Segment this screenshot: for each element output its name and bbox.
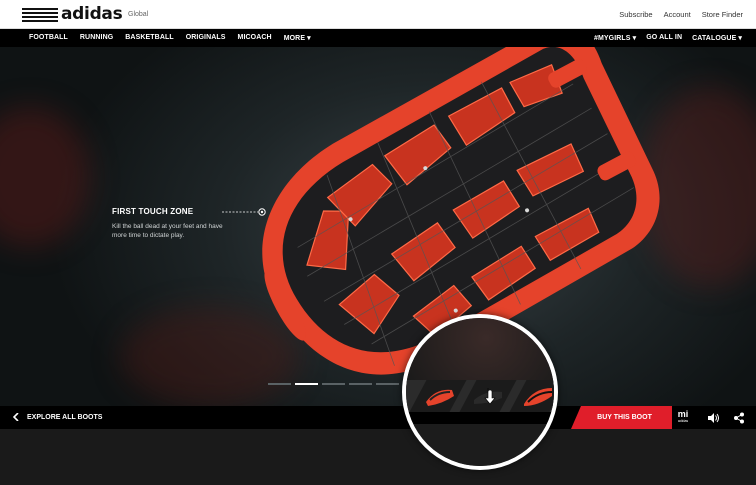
top-header: adidas Global Subscribe Account Store Fi… (0, 0, 756, 29)
nav-item-football[interactable]: FOOTBALL (29, 34, 68, 42)
nav-item-running[interactable]: RUNNING (80, 34, 113, 42)
nav-item-go-all-in[interactable]: GO ALL IN (646, 34, 682, 42)
adidas-logo[interactable]: adidas (22, 4, 123, 24)
nav-item-mygirls[interactable]: #MYGIRLS ▾ (594, 34, 636, 42)
boot-thumbnail[interactable] (509, 380, 554, 412)
nav-item-originals[interactable]: ORIGINALS (186, 34, 226, 42)
chevron-left-icon (13, 413, 19, 421)
buy-label: BUY THIS BOOT (597, 414, 652, 421)
utility-links: Subscribe Account Store Finder (619, 10, 743, 19)
nav-item-basketball[interactable]: BASKETBALL (125, 34, 173, 42)
boot-thumb-icon (474, 388, 502, 405)
boot-thumb-icon (524, 388, 553, 406)
pager-dot[interactable] (376, 383, 399, 385)
pager-dot-active[interactable] (295, 383, 318, 385)
region-label[interactable]: Global (128, 11, 148, 18)
boot-thumbnail[interactable] (409, 380, 467, 412)
boot-thumbnail-strip (406, 380, 554, 412)
mi-logo-subtext: adidas (677, 419, 689, 423)
micoach-logo[interactable]: mi adidas (676, 409, 690, 424)
main-nav: FOOTBALL RUNNING BASKETBALL ORIGINALS MI… (0, 29, 756, 47)
boot-thumb-icon (426, 389, 454, 406)
share-icon[interactable] (733, 412, 745, 424)
store-finder-link[interactable]: Store Finder (702, 10, 743, 19)
three-stripes-icon (22, 7, 58, 22)
nav-item-micoach[interactable]: MICOACH (238, 34, 272, 42)
thumbnail-magnifier (402, 314, 558, 470)
pager-dot[interactable] (268, 383, 291, 385)
brand-name: adidas (61, 4, 123, 24)
hero-stage: FIRST TOUCH ZONE Kill the ball dead at y… (0, 47, 756, 406)
boot-thumbnail-active[interactable] (459, 380, 517, 412)
page-footer-area (0, 429, 756, 485)
nav-item-catalogue[interactable]: CATALOGUE ▾ (692, 34, 742, 42)
magnified-footer (406, 424, 554, 466)
explore-all-boots-button[interactable]: EXPLORE ALL BOOTS (13, 413, 102, 421)
pager-dot[interactable] (349, 383, 372, 385)
slide-pager (268, 383, 399, 385)
callout-title: FIRST TOUCH ZONE (112, 207, 194, 216)
callout-description: Kill the ball dead at your feet and have… (112, 223, 223, 239)
pager-dot[interactable] (322, 383, 345, 385)
explore-label: EXPLORE ALL BOOTS (27, 413, 103, 421)
subscribe-link[interactable]: Subscribe (619, 10, 652, 19)
mi-logo-text: mi (677, 409, 689, 419)
account-link[interactable]: Account (664, 10, 691, 19)
feature-callout: FIRST TOUCH ZONE Kill the ball dead at y… (112, 207, 262, 240)
bottom-bar: EXPLORE ALL BOOTS BUY THIS BOOT mi adida… (0, 406, 756, 429)
magnified-bottom-bar (406, 412, 554, 424)
magnified-hero (406, 318, 554, 380)
speaker-icon[interactable] (707, 412, 719, 424)
buy-this-boot-button[interactable]: BUY THIS BOOT (571, 406, 672, 429)
nav-item-more[interactable]: MORE ▾ (284, 34, 311, 42)
